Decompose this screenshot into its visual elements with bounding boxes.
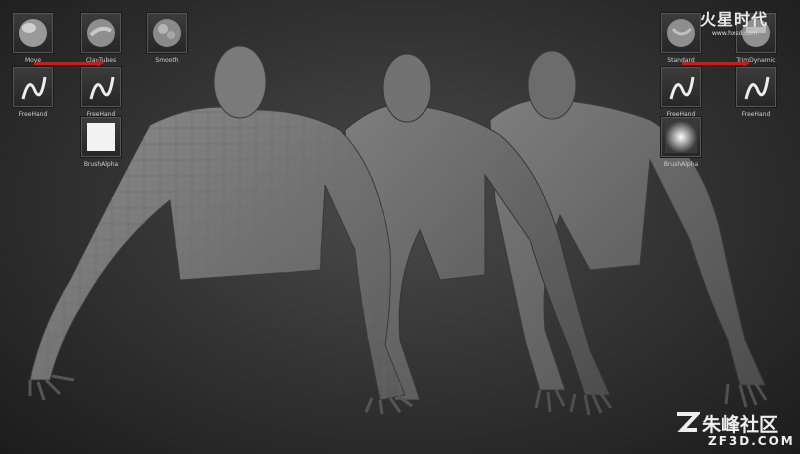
brush-smooth[interactable]: Smooth <box>146 12 188 64</box>
zf3d-url: ZF3D.COM <box>708 434 795 448</box>
brush-alpha-left[interactable]: BrushAlpha <box>80 116 122 168</box>
brush-claytubes[interactable]: ClayTubes <box>80 12 122 64</box>
brush-label: Smooth <box>155 57 179 64</box>
stroke-label: FreeHand <box>18 111 48 118</box>
stroke-freehand-2[interactable]: FreeHand <box>80 66 122 118</box>
alpha-label: BrushAlpha <box>663 161 699 168</box>
alpha-label: BrushAlpha <box>83 161 119 168</box>
red-arrow-left <box>34 59 104 67</box>
hxsd-logo-text: 火星时代 <box>700 10 769 29</box>
brush-alpha-right[interactable]: BrushAlpha <box>660 116 702 168</box>
hxsd-logo: 火星时代 www.hxsd.com <box>700 6 768 37</box>
stroke-freehand-1[interactable]: FreeHand <box>12 66 54 118</box>
claytubes-brush-icon <box>87 19 115 47</box>
viewport: Move ClayTubes Smooth FreeHand FreeHand … <box>0 0 800 454</box>
freehand-stroke-icon <box>21 76 47 100</box>
zf3d-text: 朱峰社区 <box>702 414 779 436</box>
brush-standard[interactable]: Standard <box>660 12 702 64</box>
move-brush-icon <box>19 19 47 47</box>
brush-alpha-icon <box>665 121 697 153</box>
freehand-stroke-icon <box>669 76 695 100</box>
freehand-stroke-icon <box>744 76 770 100</box>
hxsd-logo-url: www.hxsd.com <box>712 30 758 37</box>
freehand-stroke-icon <box>89 76 115 100</box>
zf3d-logo-icon <box>677 412 700 432</box>
stroke-label: FreeHand <box>741 111 771 118</box>
red-arrow-right <box>682 59 750 67</box>
smooth-brush-icon <box>153 19 181 47</box>
brush-move[interactable]: Move <box>12 12 54 64</box>
stroke-freehand-4[interactable]: FreeHand <box>735 66 777 118</box>
brush-alpha-icon <box>87 123 115 151</box>
stroke-freehand-3[interactable]: FreeHand <box>660 66 702 118</box>
standard-brush-icon <box>667 19 695 47</box>
